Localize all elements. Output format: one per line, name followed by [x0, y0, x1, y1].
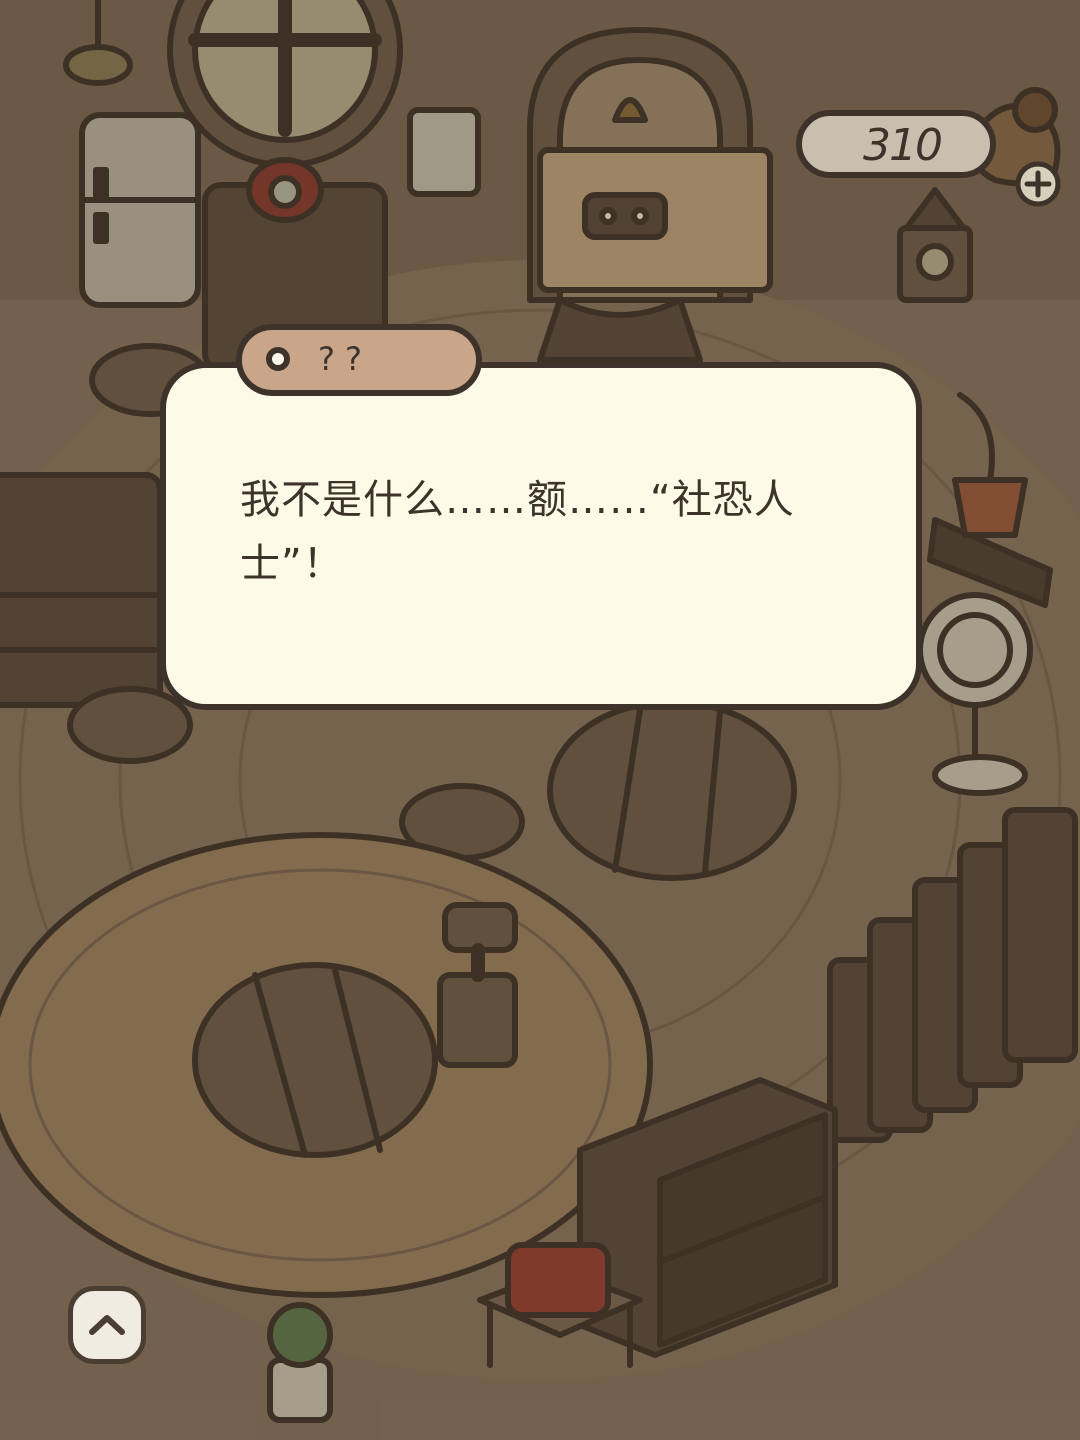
wall-calendar [407, 107, 481, 197]
chevron-up-icon [89, 1315, 125, 1335]
speaker-dot-icon [266, 347, 290, 371]
coin-count: 310 [863, 120, 943, 171]
radio [505, 1242, 611, 1318]
speaker-name: ?? [318, 340, 372, 378]
room-scene [0, 0, 1080, 1423]
rug-table [192, 962, 438, 1158]
floor-plant [267, 1302, 333, 1423]
fridge [79, 112, 201, 308]
round-table [547, 699, 797, 881]
chair [437, 902, 518, 1068]
dresser [0, 472, 163, 708]
plus-icon[interactable] [1014, 160, 1062, 208]
dialog-text: 我不是什么……额……“社恐人士”！ [240, 477, 795, 587]
